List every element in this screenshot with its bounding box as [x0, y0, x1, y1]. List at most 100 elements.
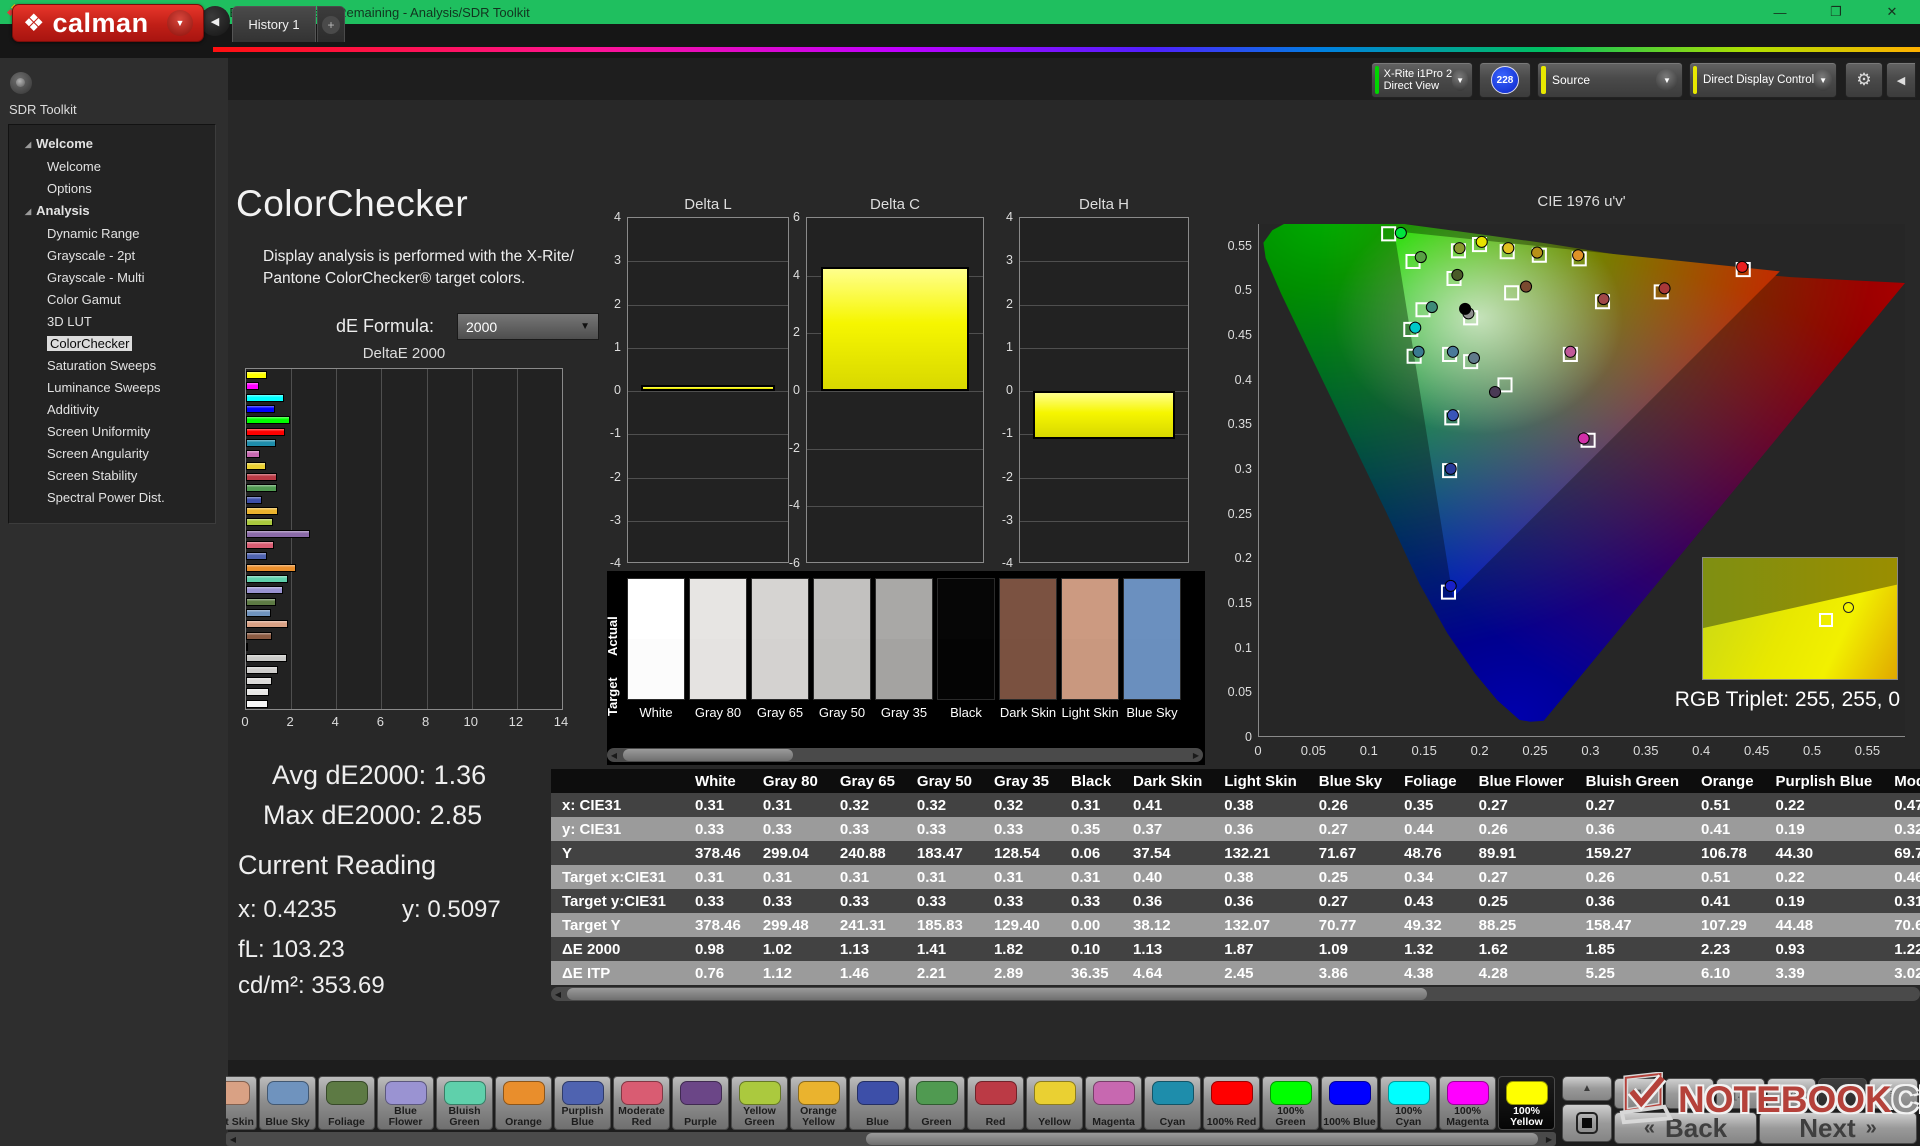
restore-button[interactable]: ❐ — [1808, 0, 1864, 24]
loop-icon: ∞ — [1787, 1086, 1796, 1101]
patch-button-blue-sky[interactable]: Blue Sky — [259, 1076, 316, 1130]
minimize-button[interactable]: — — [1752, 0, 1808, 24]
sidebar-item-spectral-power-dist-[interactable]: Spectral Power Dist. — [9, 487, 215, 509]
sidebar-item-luminance-sweeps[interactable]: Luminance Sweeps — [9, 377, 215, 399]
sidebar-collapse-button[interactable]: ◀ — [200, 6, 230, 36]
play-button[interactable]: ▶ — [1665, 1078, 1714, 1109]
sidebar-item-3d-lut[interactable]: 3D LUT — [9, 311, 215, 333]
scroll-right-icon[interactable]: ▶ — [1542, 1132, 1556, 1146]
color-chip — [1388, 1081, 1430, 1105]
sidebar-item-welcome[interactable]: Welcome — [9, 156, 215, 178]
sidebar-item-grayscale-multi[interactable]: Grayscale - Multi — [9, 267, 215, 289]
patch-button-yellow[interactable]: Yellow — [1026, 1076, 1083, 1130]
sidebar-item-grayscale-2pt[interactable]: Grayscale - 2pt — [9, 245, 215, 267]
patch-button-100-magenta[interactable]: 100% Magenta — [1439, 1076, 1496, 1130]
patch-button-red[interactable]: Red — [967, 1076, 1024, 1130]
close-button[interactable]: ✕ — [1864, 0, 1920, 24]
pause-button[interactable]: [..] — [1716, 1078, 1765, 1109]
patch-button-100-green[interactable]: 100% Green — [1262, 1076, 1319, 1130]
sidebar-led-button[interactable] — [10, 72, 32, 94]
sidebar-item-additivity[interactable]: Additivity — [9, 399, 215, 421]
patch-button-100-cyan[interactable]: 100% Cyan — [1380, 1076, 1437, 1130]
sidebar-item-saturation-sweeps[interactable]: Saturation Sweeps — [9, 355, 215, 377]
patch-button-100-yellow[interactable]: 100% Yellow — [1498, 1076, 1555, 1130]
scroll-left-icon[interactable]: ◀ — [551, 987, 565, 1001]
delta_h-title: Delta H — [1019, 196, 1189, 213]
formula-value: 2000 — [466, 319, 497, 335]
patch-button-magenta[interactable]: Magenta — [1085, 1076, 1142, 1130]
patch-button-blue[interactable]: Blue — [849, 1076, 906, 1130]
patch-button-bluish-green[interactable]: Bluish Green — [436, 1076, 493, 1130]
panel-collapse-button[interactable]: ◀ — [1886, 62, 1916, 98]
patch-strip-scrollbar[interactable]: ◀ ▶ — [226, 1132, 1556, 1146]
color-chip — [503, 1081, 545, 1105]
scrollbar-thumb[interactable] — [623, 749, 793, 761]
tab-history-1[interactable]: History 1 — [232, 6, 316, 42]
deltae-bar-blue-sky — [246, 609, 271, 617]
tree-expander-icon[interactable]: ◢ — [25, 207, 31, 216]
scrollbar-thumb[interactable] — [866, 1133, 1538, 1145]
scroll-left-icon[interactable]: ◀ — [226, 1132, 240, 1146]
settings-button[interactable]: ⚙ — [1845, 62, 1883, 98]
strip-up-button[interactable]: ▲ — [1562, 1076, 1612, 1101]
patch-button-100-red[interactable]: 100% Red — [1203, 1076, 1260, 1130]
loop-button[interactable]: ∞ — [1767, 1078, 1816, 1109]
scrollbar-thumb[interactable] — [567, 988, 1427, 1000]
patch-button-blue-flower[interactable]: Blue Flower — [377, 1076, 434, 1130]
y-tick-label: 6 — [770, 210, 800, 224]
deltae-bar-orange — [246, 564, 296, 572]
chevron-up-icon: ▲ — [1582, 1083, 1592, 1094]
patch-button-100-blue[interactable]: 100% Blue — [1321, 1076, 1378, 1130]
calman-menu-button[interactable]: ❖ calman ▼ — [12, 4, 204, 42]
deltae-bar-bluish-green — [246, 575, 288, 583]
refresh-button[interactable]: ⟳ — [1818, 1078, 1867, 1109]
de-formula-select[interactable]: 2000 ▼ — [457, 313, 599, 340]
stop-measure-button[interactable] — [1562, 1104, 1612, 1142]
chevron-down-icon: ▼ — [1656, 69, 1678, 91]
chevron-down-icon: ▼ — [580, 321, 590, 332]
patch-button-foliage[interactable]: Foliage — [318, 1076, 375, 1130]
patch-button-moderate-red[interactable]: Moderate Red — [613, 1076, 670, 1130]
sidebar-title: SDR Toolkit — [9, 102, 77, 117]
sidebar-item-analysis[interactable]: ◢Analysis — [9, 200, 215, 223]
next-button[interactable]: Next » — [1759, 1112, 1917, 1144]
max-de2000: Max dE2000: 2.85 — [263, 800, 482, 831]
color-chip — [1034, 1081, 1076, 1105]
patch-button-light-skin[interactable]: Light Skin — [226, 1076, 257, 1130]
scroll-left-icon[interactable]: ◀ — [607, 748, 621, 762]
patch-button-orange-yellow[interactable]: Orange Yellow — [790, 1076, 847, 1130]
meter-dropdown[interactable]: X-Rite i1Pro 2 Direct View ▼ — [1371, 62, 1473, 98]
back-button[interactable]: « Back — [1614, 1112, 1757, 1144]
display-control-dropdown[interactable]: Direct Display Control ▼ — [1689, 62, 1837, 98]
deltae-bar-dark-skin — [246, 632, 272, 640]
sidebar-item-screen-angularity[interactable]: Screen Angularity — [9, 443, 215, 465]
record-button[interactable]: ▮ — [1614, 1078, 1663, 1109]
add-tab-button[interactable]: + — [317, 6, 345, 42]
cie-y-tick: 0.4 — [1222, 373, 1252, 387]
patch-button-yellow-green[interactable]: Yellow Green — [731, 1076, 788, 1130]
source-dropdown[interactable]: Source ▼ — [1537, 62, 1683, 98]
deltae-bar-foliage — [246, 598, 276, 606]
sidebar-item-screen-uniformity[interactable]: Screen Uniformity — [9, 421, 215, 443]
swatch-scrollbar[interactable]: ◀ ▶ — [607, 748, 1203, 762]
patch-button-cyan[interactable]: Cyan — [1144, 1076, 1201, 1130]
sidebar-item-options[interactable]: Options — [9, 178, 215, 200]
patch-button-orange[interactable]: Orange — [495, 1076, 552, 1130]
patch-button-purple[interactable]: Purple — [672, 1076, 729, 1130]
deltae-bar-chart — [245, 368, 563, 710]
rgb-triplet-inset — [1702, 557, 1898, 680]
patch-button-green[interactable]: Green — [908, 1076, 965, 1130]
sidebar-item-colorchecker[interactable]: ColorChecker — [9, 333, 215, 355]
menu-button[interactable]: ≡ — [1869, 1078, 1918, 1109]
sidebar-item-welcome[interactable]: ◢Welcome — [9, 133, 215, 156]
refresh-icon: ⟳ — [1837, 1086, 1848, 1102]
patch-button-purplish-blue[interactable]: Purplish Blue — [554, 1076, 611, 1130]
tree-expander-icon[interactable]: ◢ — [25, 140, 31, 149]
table-scrollbar[interactable]: ◀ — [551, 987, 1920, 1001]
deltae-bar-gray-80 — [246, 688, 269, 696]
meter-count-button[interactable]: 228 — [1479, 62, 1531, 98]
sidebar-item-color-gamut[interactable]: Color Gamut — [9, 289, 215, 311]
sidebar-item-dynamic-range[interactable]: Dynamic Range — [9, 223, 215, 245]
sidebar-item-screen-stability[interactable]: Screen Stability — [9, 465, 215, 487]
scroll-right-icon[interactable]: ▶ — [1189, 748, 1203, 762]
